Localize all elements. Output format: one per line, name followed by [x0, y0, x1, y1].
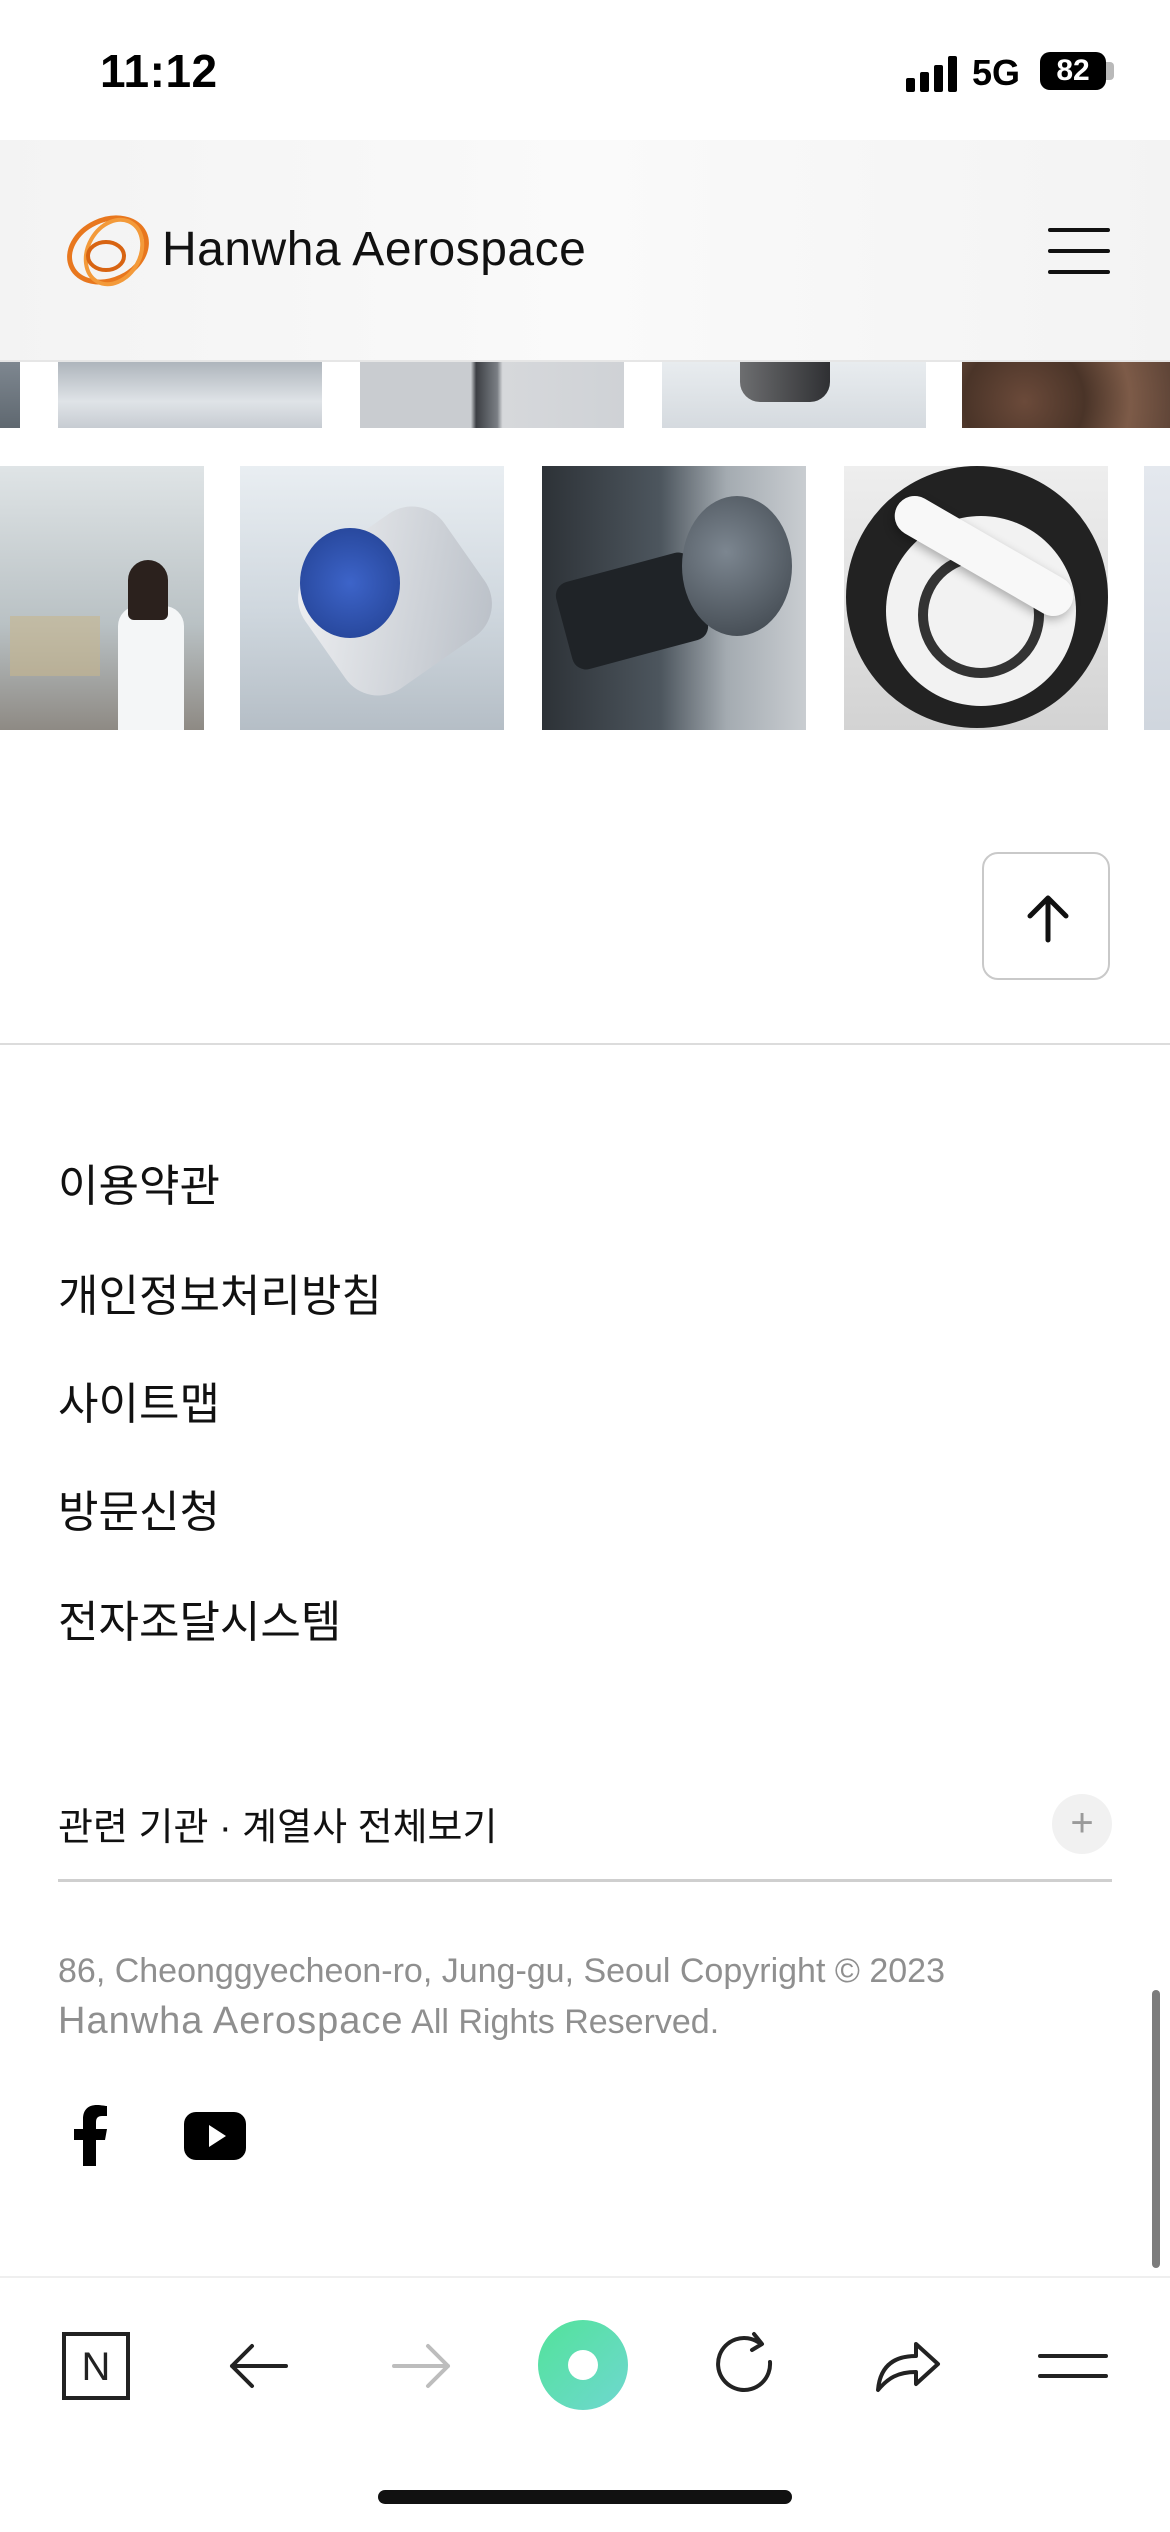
battery-tip [1106, 62, 1114, 80]
page-scrollbar[interactable] [1152, 1990, 1160, 2268]
gallery-image[interactable] [0, 362, 20, 428]
copyright-text: 86, Cheonggyecheon-ro, Jung-gu, Seoul Co… [58, 1946, 1118, 2047]
status-bar: 11:12 5G 82 [0, 0, 1170, 140]
footer-link-terms[interactable]: 이용약관 [58, 1150, 220, 1214]
status-time: 11:12 [100, 45, 218, 97]
gallery-image[interactable] [360, 362, 624, 428]
gallery-row-1 [0, 362, 1170, 428]
related-orgs-label: 관련 기관 · 계열사 전체보기 [58, 1807, 498, 1849]
arrow-up-icon [1027, 895, 1069, 943]
gallery-image[interactable] [662, 362, 926, 428]
hamburger-icon[interactable] [1048, 228, 1110, 274]
footer-link-visit[interactable]: 방문신청 [58, 1476, 220, 1540]
back-arrow-icon[interactable] [214, 2320, 304, 2410]
share-icon[interactable] [862, 2320, 952, 2410]
gallery-image[interactable] [962, 362, 1170, 428]
home-indicator[interactable] [378, 2490, 792, 2504]
copyright-brand: Hanwha Aerospace [58, 2000, 404, 2042]
gallery-row-2 [0, 466, 1170, 730]
reload-icon[interactable] [700, 2320, 790, 2410]
plus-icon[interactable]: + [1052, 1794, 1112, 1854]
forward-arrow-icon[interactable] [376, 2320, 466, 2410]
related-orgs-toggle[interactable]: 관련 기관 · 계열사 전체보기 + [58, 1790, 1112, 1882]
youtube-icon[interactable] [184, 2112, 246, 2160]
network-label: 5G [972, 52, 1021, 93]
gallery-image[interactable] [0, 466, 204, 730]
battery-icon: 82 [1040, 52, 1106, 90]
gallery-image[interactable] [240, 466, 508, 730]
green-dot-icon[interactable] [538, 2320, 628, 2410]
svg-text:N: N [82, 2345, 111, 2389]
hanwha-logo-icon[interactable] [62, 206, 154, 294]
address-text: 86, Cheonggyecheon-ro, Jung-gu, Seoul Co… [58, 1952, 945, 1990]
gallery-image[interactable] [58, 362, 322, 428]
gallery-image[interactable] [542, 466, 806, 730]
footer-link-sitemap[interactable]: 사이트맵 [58, 1368, 220, 1432]
gallery-image[interactable] [844, 466, 1108, 730]
footer-link-procurement[interactable]: 전자조달시스템 [58, 1586, 341, 1650]
logo-text[interactable]: Hanwha Aerospace [162, 222, 586, 277]
footer-divider [0, 1043, 1170, 1045]
site-header: Hanwha Aerospace [0, 140, 1170, 362]
rights-text: All Rights Reserved. [411, 2003, 720, 2041]
gallery-image[interactable] [1144, 466, 1170, 730]
scroll-to-top-button[interactable] [982, 852, 1110, 980]
facebook-icon[interactable] [64, 2104, 116, 2166]
footer-link-privacy[interactable]: 개인정보처리방침 [58, 1260, 382, 1324]
naver-icon[interactable]: N [52, 2320, 142, 2410]
signal-icon [906, 56, 958, 92]
menu-icon[interactable] [1028, 2320, 1118, 2410]
